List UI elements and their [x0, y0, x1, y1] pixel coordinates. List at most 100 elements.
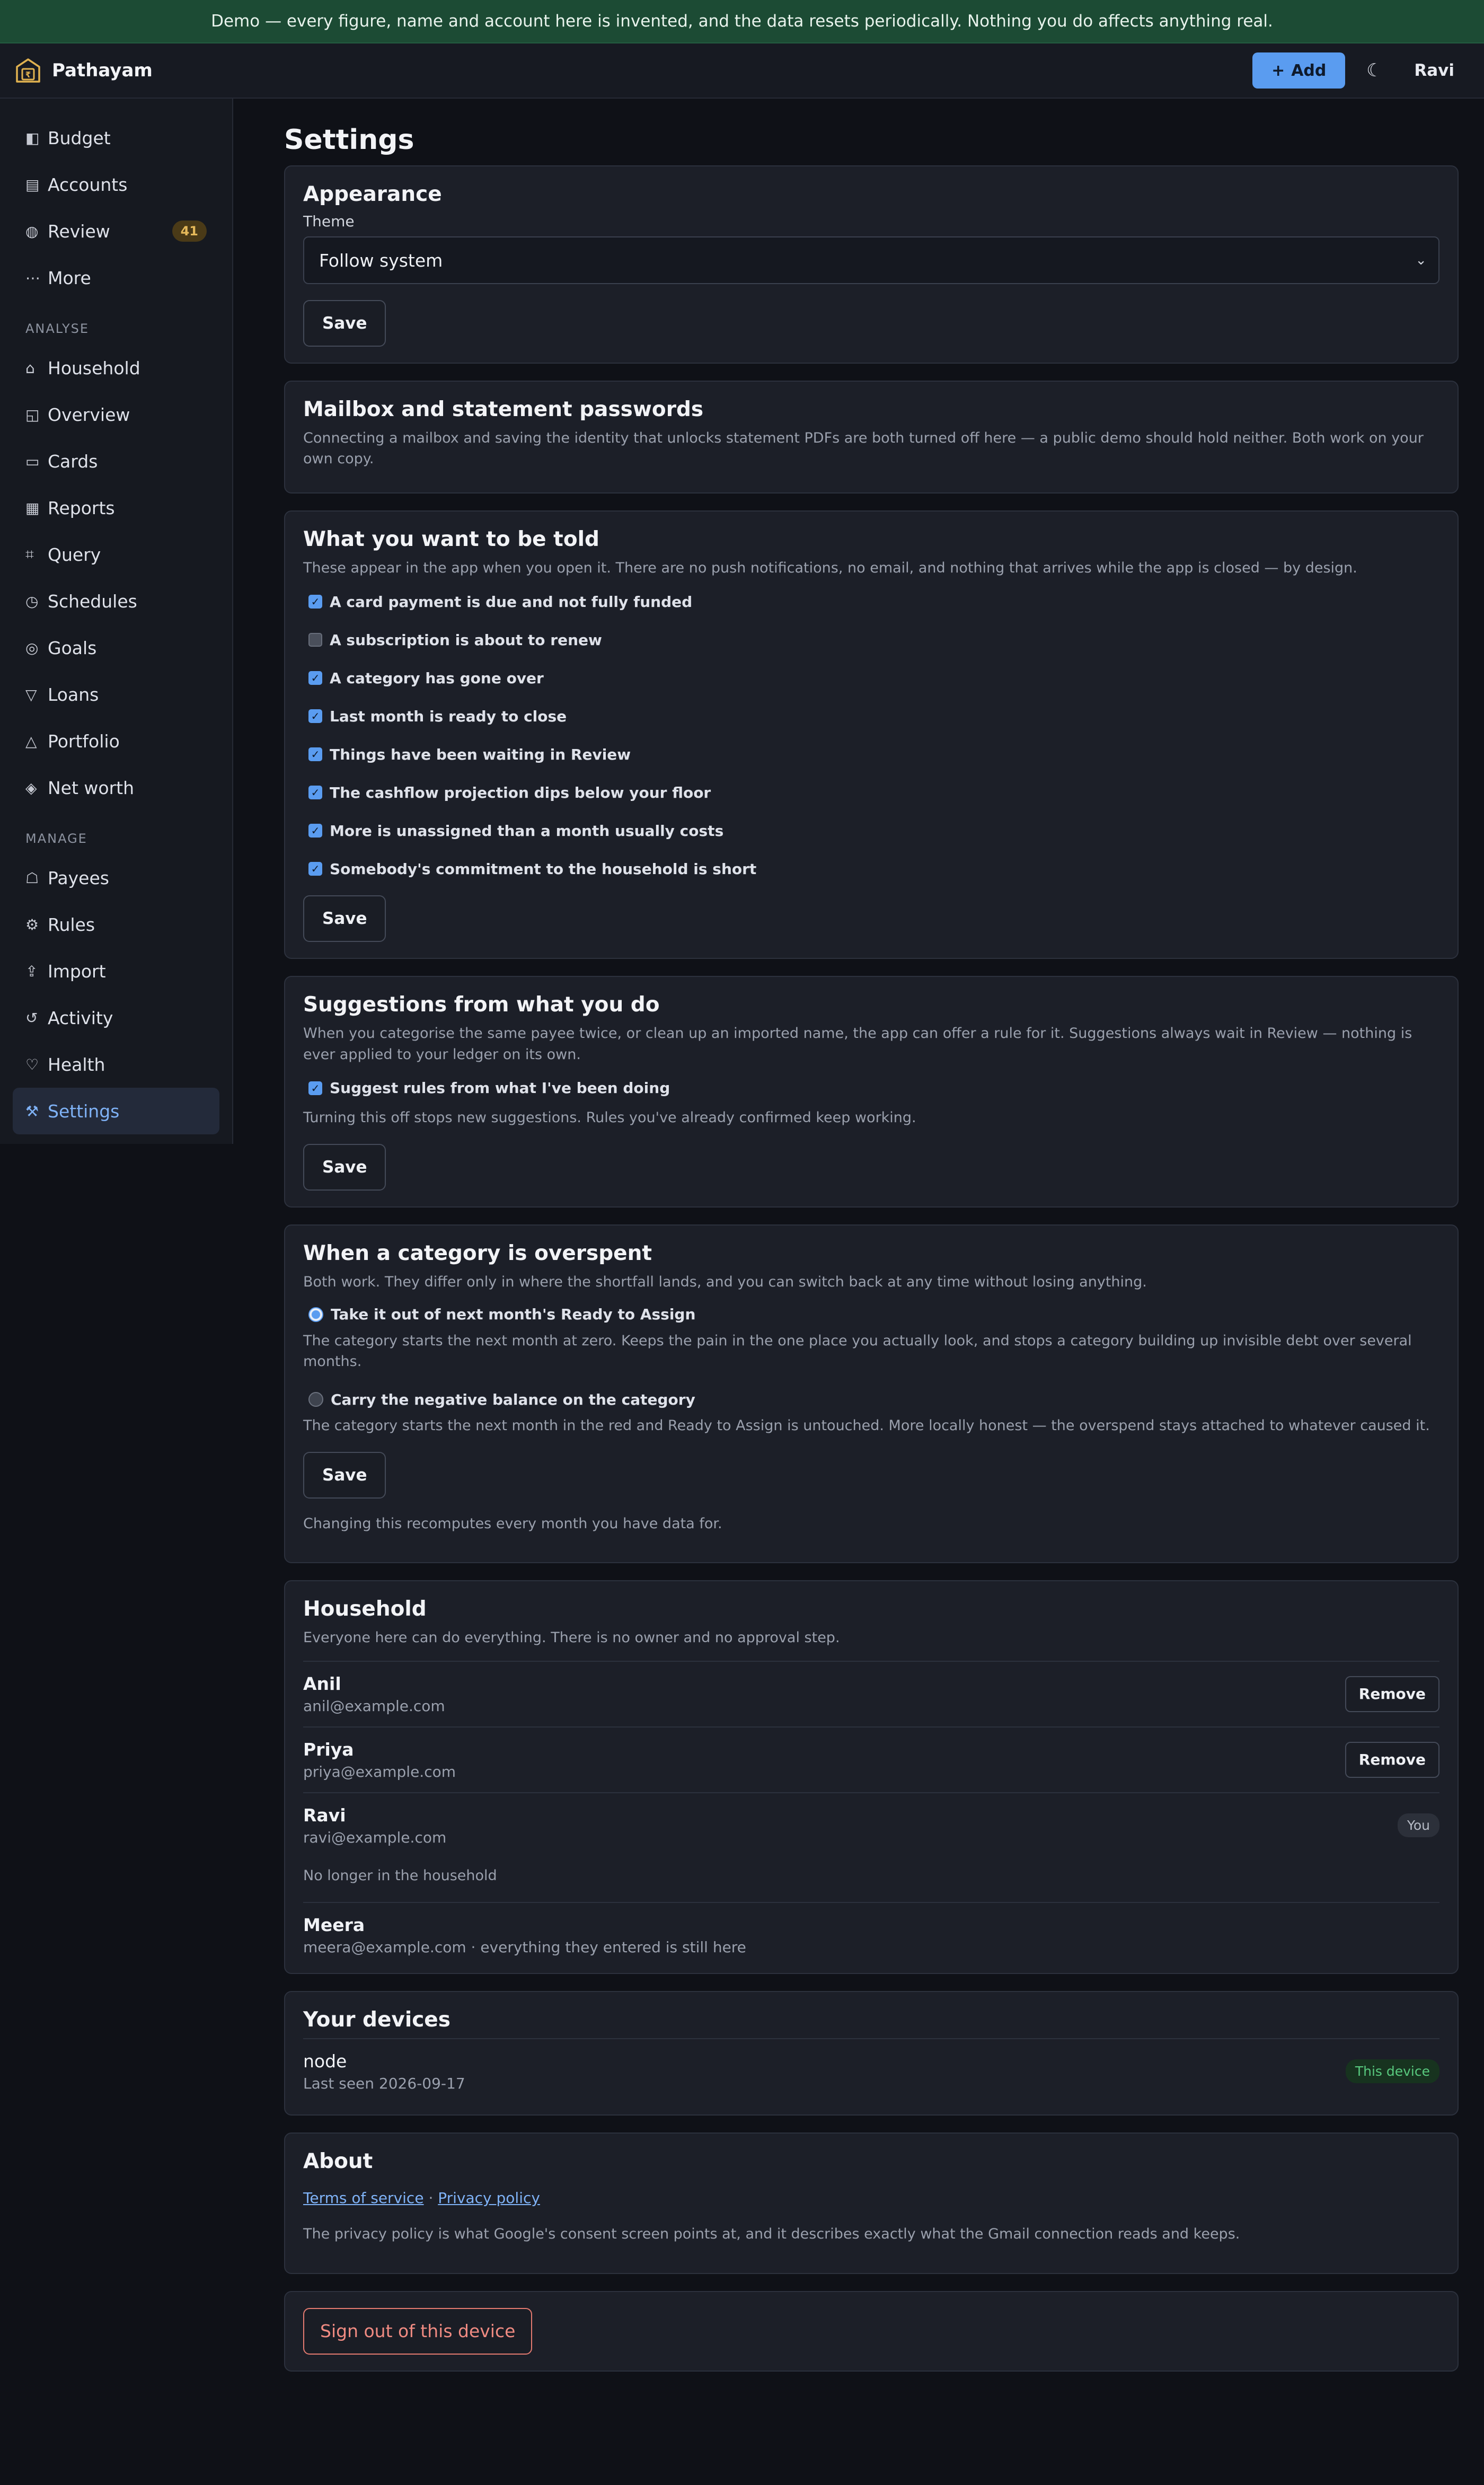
sidebar-item-rules[interactable]: ⚙ Rules	[13, 901, 219, 948]
notify-option-row[interactable]: ✓ Somebody's commitment to the household …	[303, 850, 1439, 888]
notify-option-label: Somebody's commitment to the household i…	[330, 860, 757, 878]
privacy-link[interactable]: Privacy policy	[438, 2189, 540, 2207]
carry-negative-radio[interactable]	[308, 1392, 323, 1407]
devices-title: Your devices	[303, 2007, 450, 2032]
health-icon: ♡	[25, 1055, 39, 1073]
sidebar-item-net-worth[interactable]: ◈ Net worth	[13, 764, 219, 811]
notify-option-checkbox[interactable]	[308, 633, 322, 647]
device-last-seen: Last seen 2026-09-17	[303, 2074, 465, 2092]
notifications-save-button[interactable]: Save	[303, 895, 386, 942]
notify-option-label: More is unassigned than a month usually …	[330, 822, 724, 840]
sidebar-item-label: Settings	[48, 1100, 120, 1122]
remove-member-button[interactable]: Remove	[1345, 1676, 1439, 1712]
brand[interactable]: ₹ Pathayam	[15, 57, 153, 84]
sidebar-item-budget[interactable]: ◧ Budget	[13, 114, 219, 161]
add-button-label: Add	[1291, 61, 1327, 80]
notify-option-checkbox[interactable]: ✓	[308, 671, 322, 685]
more-icon: ⋯	[25, 269, 40, 287]
appearance-save-button[interactable]: Save	[303, 300, 386, 347]
loans-icon: ▽	[25, 685, 37, 703]
sidebar-item-more[interactable]: ⋯ More	[13, 254, 219, 301]
notify-option-checkbox[interactable]: ✓	[308, 786, 322, 800]
sidebar-item-overview[interactable]: ◱ Overview	[13, 391, 219, 438]
notify-option-checkbox[interactable]: ✓	[308, 747, 322, 762]
sidebar-item-label: Net worth	[48, 777, 135, 798]
settings-icon: ⚒	[25, 1102, 39, 1120]
notify-option-row[interactable]: ✓ Things have been waiting in Review	[303, 735, 1439, 773]
overspent-save-button[interactable]: Save	[303, 1452, 386, 1499]
sidebar-item-label: Household	[48, 357, 140, 378]
member-name: Priya	[303, 1739, 354, 1760]
cards-icon: ▭	[25, 452, 40, 470]
remove-member-button[interactable]: Remove	[1345, 1741, 1439, 1778]
notify-option-row[interactable]: A subscription is about to renew	[303, 621, 1439, 659]
suggest-rules-label: Suggest rules from what I've been doing	[330, 1079, 670, 1097]
sidebar-item-query[interactable]: ⌗ Query	[13, 531, 219, 578]
sidebar-item-settings[interactable]: ⚒ Settings	[13, 1088, 219, 1134]
notifications-card: What you want to be told These appear in…	[284, 510, 1459, 959]
sidebar-item-health[interactable]: ♡ Health	[13, 1041, 219, 1088]
notify-option-checkbox[interactable]: ✓	[308, 824, 322, 838]
household-card: Household Everyone here can do everythin…	[284, 1580, 1459, 1974]
sidebar-item-review[interactable]: ◍ Review 41	[13, 208, 219, 254]
sidebar-item-household[interactable]: ⌂ Household	[13, 345, 219, 391]
page-title: Settings	[284, 124, 414, 156]
member-name: Ravi	[303, 1804, 346, 1826]
overspent-option-ready-to-assign[interactable]: Take it out of next month's Ready to Ass…	[303, 1299, 1439, 1330]
sidebar-item-schedules[interactable]: ◷ Schedules	[13, 578, 219, 624]
sidebar-item-portfolio[interactable]: △ Portfolio	[13, 718, 219, 764]
sidebar-item-label: Portfolio	[48, 730, 120, 752]
former-member-row: Meera meera@example.com · everything the…	[303, 1901, 1439, 1968]
demo-banner: Demo — every figure, name and account he…	[0, 0, 1484, 43]
notify-option-checkbox[interactable]: ✓	[308, 862, 322, 876]
notify-option-label: Last month is ready to close	[330, 707, 567, 725]
sidebar: ◧ Budget ▤ Accounts ◍ Review 41 ⋯ More ANALYSE ⌂…	[0, 99, 233, 1144]
sidebar-item-accounts[interactable]: ▤ Accounts	[13, 161, 219, 208]
sidebar-item-reports[interactable]: ▦ Reports	[13, 484, 219, 531]
plus-icon: +	[1271, 61, 1285, 80]
overspent-note: Changing this recomputes every month you…	[303, 1515, 722, 1532]
household-member-row: Anil anil@example.com Remove	[303, 1660, 1439, 1726]
user-menu[interactable]: Ravi	[1403, 61, 1469, 80]
notify-option-row[interactable]: ✓ The cashflow projection dips below your…	[303, 773, 1439, 812]
sidebar-item-goals[interactable]: ◎ Goals	[13, 624, 219, 671]
sign-out-button[interactable]: Sign out of this device	[303, 2307, 533, 2355]
notify-option-checkbox[interactable]: ✓	[308, 709, 322, 724]
notify-option-row[interactable]: ✓ Last month is ready to close	[303, 697, 1439, 735]
sidebar-item-import[interactable]: ⇪ Import	[13, 948, 219, 994]
notify-option-row[interactable]: ✓ A card payment is due and not fully fun…	[303, 583, 1439, 621]
chevron-down-icon: ⌄	[1415, 252, 1427, 268]
sidebar-item-activity[interactable]: ↺ Activity	[13, 994, 219, 1041]
sidebar-item-label: Health	[48, 1054, 105, 1075]
suggest-rules-checkbox-row[interactable]: ✓ Suggest rules from what I've been doin…	[303, 1069, 1439, 1107]
terms-link[interactable]: Terms of service	[303, 2189, 424, 2207]
theme-select[interactable]: Follow system ⌄	[303, 236, 1439, 284]
sidebar-item-cards[interactable]: ▭ Cards	[13, 438, 219, 484]
notify-option-row[interactable]: ✓ More is unassigned than a month usually…	[303, 812, 1439, 850]
notify-option-checkbox[interactable]: ✓	[308, 595, 322, 609]
pathayam-logo-icon: ₹	[16, 58, 40, 83]
devices-card: Your devices node Last seen 2026-09-17 T…	[284, 1990, 1459, 2116]
ready-to-assign-label: Take it out of next month's Ready to Ass…	[331, 1306, 696, 1324]
overview-icon: ◱	[25, 406, 40, 424]
notify-option-label: A subscription is about to renew	[330, 631, 602, 649]
add-button[interactable]: + Add	[1252, 52, 1346, 89]
moon-icon[interactable]: ☾	[1361, 60, 1388, 81]
notify-option-label: A category has gone over	[330, 669, 544, 687]
ready-to-assign-radio[interactable]	[308, 1307, 323, 1322]
suggestions-save-button[interactable]: Save	[303, 1143, 386, 1191]
sidebar-item-loans[interactable]: ▽ Loans	[13, 671, 219, 718]
net-worth-icon: ◈	[25, 779, 37, 797]
about-title: About	[303, 2149, 373, 2173]
mailbox-description: Connecting a mailbox and saving the iden…	[303, 430, 1424, 468]
sidebar-item-label: Goals	[48, 637, 97, 658]
member-email: anil@example.com	[303, 1697, 445, 1715]
review-count-badge: 41	[172, 221, 207, 242]
overspent-option-carry-negative[interactable]: Carry the negative balance on the catego…	[303, 1384, 1439, 1415]
suggest-rules-checkbox[interactable]: ✓	[308, 1081, 322, 1095]
notify-option-row[interactable]: ✓ A category has gone over	[303, 659, 1439, 697]
sidebar-item-label: Budget	[48, 127, 111, 148]
sidebar-item-label: Payees	[48, 867, 109, 888]
sidebar-item-payees[interactable]: ☖ Payees	[13, 854, 219, 901]
sidebar-item-label: Import	[48, 960, 106, 982]
